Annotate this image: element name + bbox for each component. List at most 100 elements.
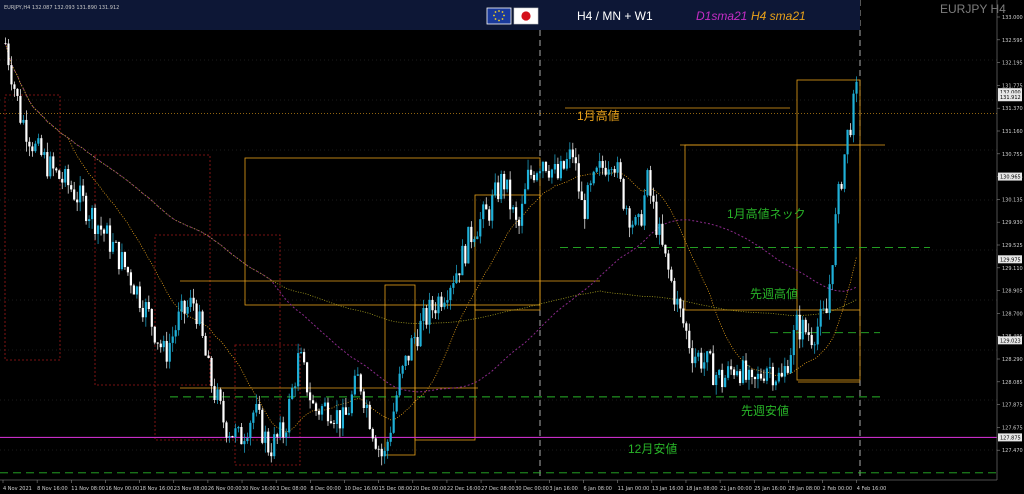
candle-body bbox=[10, 65, 13, 85]
candle-body bbox=[282, 422, 285, 438]
candle-body bbox=[392, 411, 395, 433]
candle-body bbox=[380, 448, 383, 457]
candle-body bbox=[144, 302, 147, 318]
candle-body bbox=[798, 314, 801, 340]
candle-body bbox=[819, 308, 822, 327]
time-tick-label: 18 Nov 16:00 bbox=[140, 486, 174, 492]
candle-body bbox=[55, 168, 58, 171]
candle-body bbox=[577, 163, 580, 192]
candle-body bbox=[526, 169, 530, 190]
candle-body bbox=[721, 369, 724, 388]
corner-symbol-label: EURJPY H4 bbox=[940, 2, 1006, 16]
candle-body bbox=[550, 169, 554, 178]
candle-body bbox=[58, 170, 61, 179]
candle-body bbox=[703, 362, 706, 369]
candle-body bbox=[273, 434, 276, 457]
candle-body bbox=[691, 348, 694, 364]
candle-body bbox=[189, 297, 192, 307]
price-tick-label: 130.755 bbox=[1002, 152, 1023, 158]
price-chart[interactable]: EURJPY,H4 132.087 132.093 131.890 131.91… bbox=[0, 0, 1024, 494]
candle-body bbox=[159, 343, 162, 348]
candle-body bbox=[410, 338, 413, 361]
sma-d1-label: D1sma21 bbox=[696, 9, 747, 23]
price-marker-label: 129.975 bbox=[1000, 257, 1021, 263]
time-tick-label: 27 Dec 08:00 bbox=[481, 486, 515, 492]
candle-body bbox=[679, 298, 682, 309]
candle-body bbox=[700, 352, 703, 369]
candle-body bbox=[141, 307, 144, 318]
candle-body bbox=[362, 391, 365, 409]
candle-body bbox=[467, 226, 470, 264]
candle-body bbox=[34, 143, 37, 152]
time-tick-label: 18 Jan 08:00 bbox=[686, 486, 718, 492]
candle-body bbox=[625, 208, 628, 210]
candle-body bbox=[738, 371, 742, 384]
price-marker-label: 129.023 bbox=[1000, 338, 1021, 344]
candle-body bbox=[114, 241, 118, 243]
price-tick-label: 127.875 bbox=[1002, 403, 1023, 409]
candle-body bbox=[458, 273, 461, 276]
candle-body bbox=[795, 314, 798, 330]
candle-body bbox=[580, 191, 583, 201]
candle-body bbox=[246, 438, 249, 442]
candle-body bbox=[156, 342, 159, 344]
time-tick-label: 28 Jan 08:00 bbox=[788, 486, 820, 492]
candle-body bbox=[515, 207, 518, 220]
candle-body bbox=[646, 170, 649, 196]
candle-body bbox=[61, 178, 64, 183]
candle-body bbox=[825, 308, 828, 314]
candle-body bbox=[67, 169, 70, 186]
candle-body bbox=[180, 300, 183, 312]
candle-body bbox=[350, 394, 353, 414]
candle-body bbox=[434, 310, 437, 314]
time-tick-label: 15 Dec 08:00 bbox=[379, 486, 413, 492]
candle-body bbox=[264, 431, 267, 443]
candle-body bbox=[735, 371, 739, 376]
candle-body bbox=[661, 223, 664, 245]
candle-body bbox=[619, 162, 622, 179]
candle-body bbox=[529, 169, 533, 175]
time-tick-label: 11 Jan 00:00 bbox=[618, 486, 650, 492]
candle-body bbox=[326, 402, 330, 422]
candle-body bbox=[383, 450, 386, 457]
candle-body bbox=[192, 297, 195, 304]
candle-body bbox=[712, 353, 715, 386]
candle-body bbox=[613, 169, 616, 173]
candle-body bbox=[389, 432, 392, 442]
candle-body bbox=[727, 366, 730, 378]
candle-body bbox=[506, 179, 509, 190]
candle-body bbox=[416, 337, 419, 347]
candle-body bbox=[96, 225, 100, 234]
candle-body bbox=[317, 410, 321, 415]
candle-body bbox=[509, 179, 512, 210]
candle-body bbox=[682, 308, 685, 324]
time-tick-label: 10 Dec 16:00 bbox=[344, 486, 378, 492]
candle-body bbox=[750, 369, 754, 378]
candle-body bbox=[664, 244, 667, 254]
candle-body bbox=[147, 302, 150, 310]
candle-body bbox=[332, 423, 336, 424]
candle-body bbox=[840, 183, 843, 189]
candle-body bbox=[365, 404, 368, 409]
candle-body bbox=[523, 189, 527, 204]
price-tick-label: 131.370 bbox=[1002, 106, 1023, 112]
candle-body bbox=[31, 146, 34, 152]
candle-body bbox=[640, 214, 643, 226]
candle-body bbox=[774, 381, 777, 386]
candle-body bbox=[153, 326, 156, 343]
candle-body bbox=[804, 319, 807, 333]
candle-body bbox=[756, 373, 760, 380]
candle-body bbox=[589, 183, 592, 186]
candle-body bbox=[688, 330, 691, 349]
annotation-jan-high-neck: 1月高値ネック bbox=[727, 206, 806, 221]
candle-body bbox=[82, 185, 85, 196]
time-tick-label: 8 Nov 16:00 bbox=[37, 486, 68, 492]
candle-body bbox=[302, 352, 306, 363]
candle-body bbox=[673, 280, 676, 305]
candle-body bbox=[473, 239, 476, 243]
candle-body bbox=[532, 174, 536, 181]
chart-window[interactable]: EURJPY,H4 132.087 132.093 131.890 131.91… bbox=[0, 0, 1024, 494]
candle-body bbox=[831, 265, 834, 285]
candle-body bbox=[706, 351, 709, 363]
candle-body bbox=[628, 208, 631, 228]
